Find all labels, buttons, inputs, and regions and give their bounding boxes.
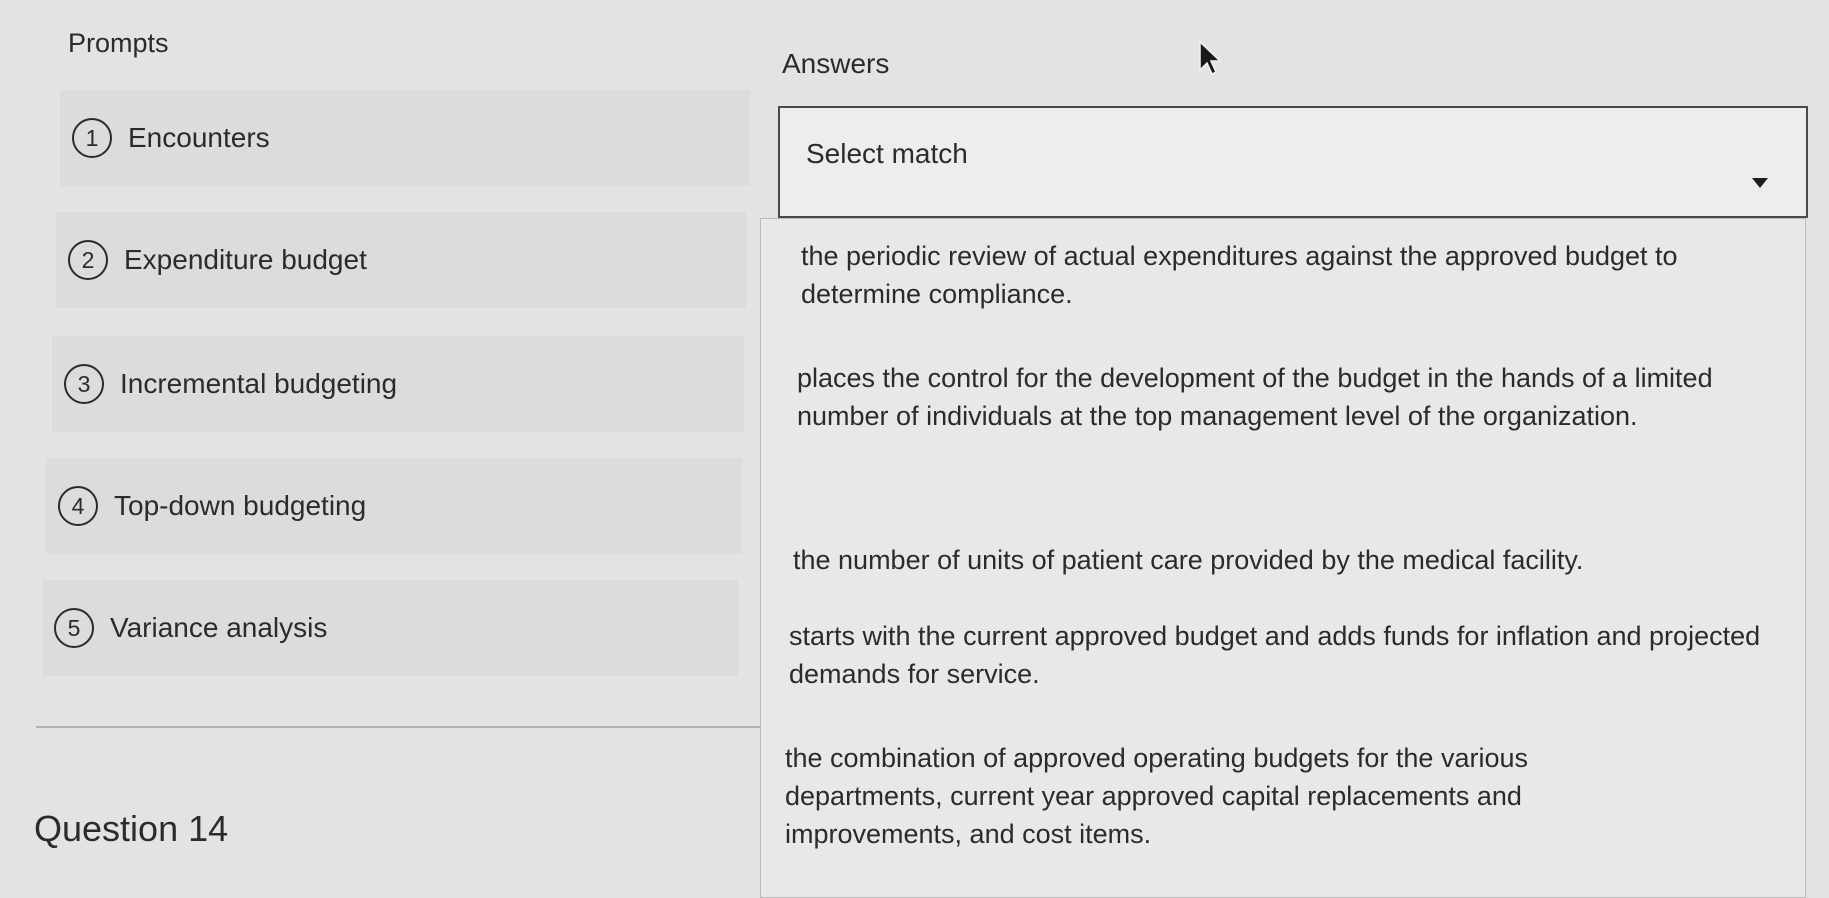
- prompt-item-2[interactable]: 2 Expenditure budget: [56, 212, 746, 308]
- prompt-item-5[interactable]: 5 Variance analysis: [42, 580, 738, 676]
- select-match-dropdown[interactable]: Select match: [778, 106, 1808, 218]
- answer-option-4[interactable]: starts with the current approved budget …: [789, 617, 1779, 693]
- select-value: Select match: [806, 138, 968, 169]
- prompts-heading: Prompts: [68, 28, 169, 58]
- prompt-label: Incremental budgeting: [120, 368, 398, 399]
- answer-options-list: the periodic review of actual expenditur…: [760, 218, 1806, 898]
- answers-heading: Answers: [782, 48, 890, 79]
- prompt-item-1[interactable]: 1 Encounters: [60, 90, 750, 186]
- prompt-number-badge: 1: [72, 118, 112, 158]
- prompt-label: Expenditure budget: [124, 244, 367, 275]
- caret-down-icon: [1752, 178, 1768, 188]
- answer-option-3[interactable]: the number of units of patient care prov…: [793, 541, 1783, 579]
- question-label: Question 14: [34, 808, 229, 849]
- answer-option-5[interactable]: the combination of approved operating bu…: [785, 739, 1665, 853]
- answer-option-1[interactable]: the periodic review of actual expenditur…: [801, 237, 1791, 313]
- answer-option-2[interactable]: places the control for the development o…: [797, 359, 1787, 435]
- prompt-label: Encounters: [128, 122, 270, 153]
- prompt-number-badge: 3: [64, 364, 104, 404]
- prompt-item-4[interactable]: 4 Top-down budgeting: [46, 458, 742, 554]
- mouse-pointer-icon: [1199, 40, 1222, 76]
- prompt-number-badge: 4: [58, 486, 98, 526]
- prompt-number-badge: 2: [68, 240, 108, 280]
- prompt-label: Top-down budgeting: [114, 490, 367, 521]
- prompt-number-badge: 5: [54, 608, 94, 648]
- prompt-item-3[interactable]: 3 Incremental budgeting: [52, 336, 744, 432]
- prompt-label: Variance analysis: [110, 612, 328, 643]
- section-divider: [36, 726, 764, 728]
